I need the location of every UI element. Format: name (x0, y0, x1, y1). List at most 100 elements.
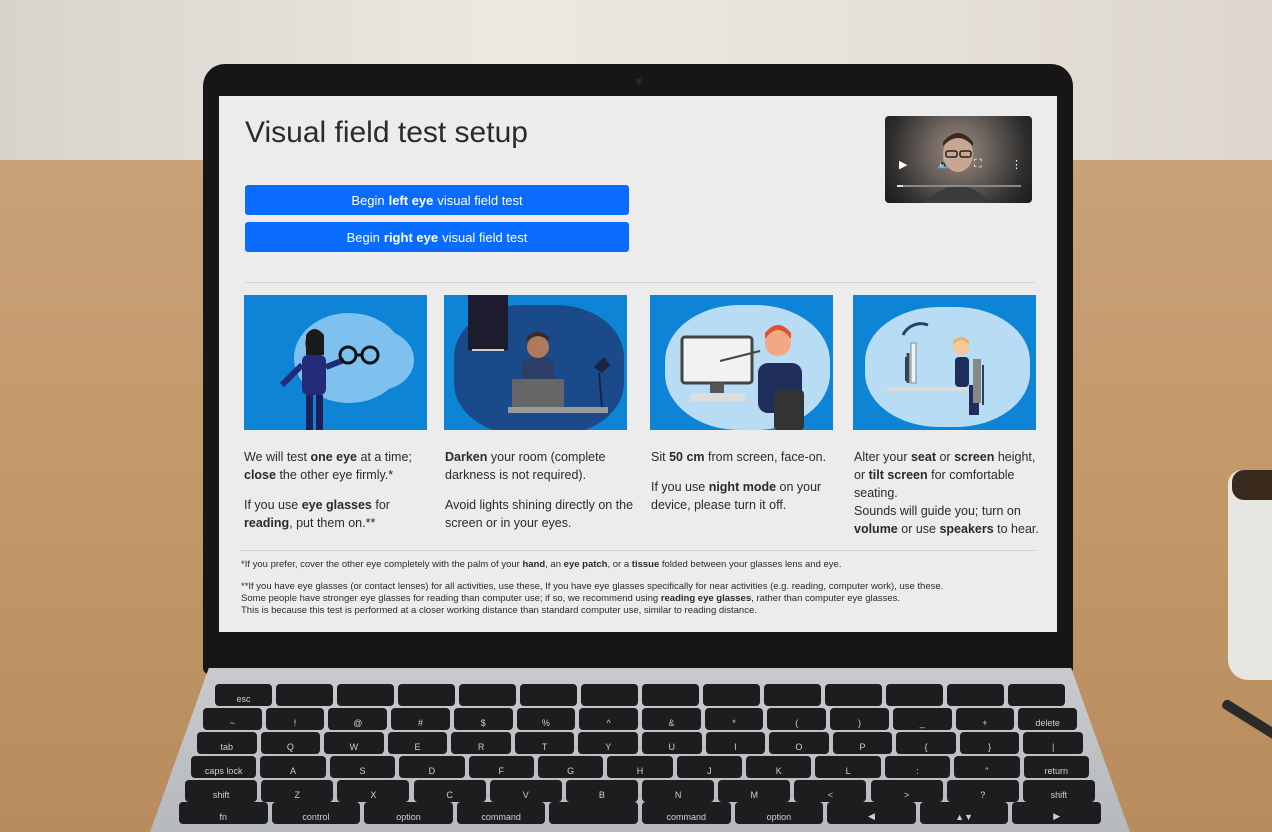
video-progress-bar[interactable] (897, 185, 1021, 187)
right-eye-button-suffix: visual field test (442, 229, 528, 245)
keyboard-key: % (516, 708, 576, 730)
footnote-glasses-all: **If you have eye glasses (or contact le… (241, 581, 944, 592)
keyboard-key: N (642, 780, 715, 802)
volume-icon[interactable]: 🔊 (937, 158, 951, 171)
left-eye-button-suffix: visual field test (437, 192, 523, 208)
keyboard-key: | (1023, 732, 1083, 754)
keyboard-key: D (399, 756, 465, 778)
card-text-distance: Sit 50 cm from screen, face-on. If you u… (651, 448, 841, 526)
video-progress-fill (897, 185, 904, 187)
keyboard-key: ▲▼ (919, 802, 1009, 824)
page-title: Visual field test setup (245, 116, 528, 149)
card-2-paragraph-1: Darken your room (complete darkness is n… (445, 450, 606, 482)
keyboard-key: Q (260, 732, 321, 754)
keyboard-key: W (324, 732, 384, 754)
card-text-one-eye: We will test one eye at a time; close th… (244, 448, 434, 544)
keyboard-key: tab (197, 732, 257, 754)
keyboard-key (276, 684, 333, 706)
keyboard-key: : (884, 756, 951, 778)
begin-right-eye-button[interactable]: Begin right eye visual field test (245, 222, 629, 252)
card-2-paragraph-2: Avoid lights shining directly on the scr… (445, 498, 634, 530)
laptop-keyboard: esc ~! @ # $% ^ & *() _ + delete tab Q W E R T Y U I O P{} | ca… (175, 684, 1105, 824)
screen-distance-illustration (650, 295, 833, 430)
card-1-paragraph-1: We will test one eye at a time; close th… (244, 450, 412, 482)
card-text-darken-room: Darken your room (complete darkness is n… (445, 448, 635, 544)
keyboard-key: ▶ (1012, 802, 1101, 824)
keyboard-key (886, 684, 943, 706)
section-divider (245, 282, 1035, 283)
seat-height-illustration (853, 295, 1036, 430)
keyboard-key: G (537, 756, 604, 778)
keyboard-key: < (794, 780, 867, 802)
keyboard-key: { (896, 732, 956, 754)
keyboard-key: shift (185, 780, 258, 802)
keyboard-key (825, 684, 882, 706)
keyboard-key (764, 684, 821, 706)
keyboard-key: > (870, 780, 943, 802)
keyboard-key: ( (767, 708, 827, 730)
keyboard-key: K (746, 756, 812, 778)
keyboard-key: command (642, 802, 731, 824)
left-eye-button-bold: left eye (388, 192, 434, 208)
coffee-mug (1228, 470, 1272, 680)
footnote-distance-reason: This is because this test is performed a… (241, 605, 757, 616)
keyboard-key: O (769, 732, 829, 754)
card-1-paragraph-2: If you use eye glasses for reading, put … (244, 498, 390, 530)
webcam (636, 78, 642, 84)
keyboard-key: return (1023, 756, 1089, 778)
keyboard-key (549, 802, 638, 824)
keyboard-key (520, 684, 577, 706)
webcam-preview-video[interactable]: ▶ 🔊 ⛶ ⋮ (885, 116, 1032, 203)
keyboard-key: F (468, 756, 534, 778)
play-icon[interactable]: ▶ (899, 158, 907, 171)
keyboard-key: V (489, 780, 562, 802)
keyboard-key: C (413, 780, 486, 802)
card-3-paragraph-2: If you use night mode on your device, pl… (651, 480, 822, 512)
keyboard-key: delete (1018, 708, 1077, 730)
keyboard-key (1008, 684, 1065, 706)
keyboard-key: I (705, 732, 766, 754)
keyboard-key: ^ (579, 708, 638, 730)
keyboard-key: ◀ (827, 802, 916, 824)
begin-left-eye-button[interactable]: Begin left eye visual field test (245, 185, 629, 215)
keyboard-key: control (271, 802, 361, 824)
keyboard-key: @ (328, 708, 388, 730)
left-eye-button-prefix: Begin (351, 192, 385, 208)
keyboard-key: * (704, 708, 764, 730)
card-4-paragraph-2: Sounds will guide you; turn on volume or… (854, 504, 1039, 536)
keyboard-key: caps lock (191, 756, 257, 778)
keyboard-key: shift (1022, 780, 1095, 802)
footnote-cover-eye: *If you prefer, cover the other eye comp… (241, 559, 842, 570)
footnote-reading-glasses: Some people have stronger eye glasses fo… (241, 593, 901, 604)
keyboard-key: esc (215, 684, 272, 706)
keyboard-key: option (364, 802, 453, 824)
keyboard-key (581, 684, 638, 706)
keyboard-key: Y (578, 732, 638, 754)
keyboard-key: S (329, 756, 396, 778)
keyboard-key: A (260, 756, 326, 778)
fullscreen-icon[interactable]: ⛶ (974, 158, 982, 171)
keyboard-key: R (451, 732, 511, 754)
keyboard-key (703, 684, 760, 706)
keyboard-key: ~ (203, 708, 262, 730)
keyboard-key: fn (179, 802, 268, 824)
keyboard-key: $ (453, 708, 513, 730)
keyboard-key: & (642, 708, 701, 730)
keyboard-key: T (514, 732, 575, 754)
coffee-mug-top (1232, 470, 1272, 500)
keyboard-key: option (734, 802, 824, 824)
keyboard-key: H (607, 756, 673, 778)
card-3-paragraph-1: Sit 50 cm from screen, face-on. (651, 450, 827, 464)
keyboard-key: U (642, 732, 702, 754)
more-options-icon[interactable]: ⋮ (1011, 158, 1022, 171)
right-eye-button-prefix: Begin (346, 229, 380, 245)
keyboard-key: ! (265, 708, 325, 730)
keyboard-key: Z (261, 780, 334, 802)
keyboard-key: E (387, 732, 448, 754)
keyboard-key: L (815, 756, 881, 778)
dark-room-illustration (444, 295, 627, 430)
keyboard-key (337, 684, 394, 706)
keyboard-key: _ (892, 708, 952, 730)
keyboard-key: command (456, 802, 546, 824)
keyboard-key: J (676, 756, 743, 778)
